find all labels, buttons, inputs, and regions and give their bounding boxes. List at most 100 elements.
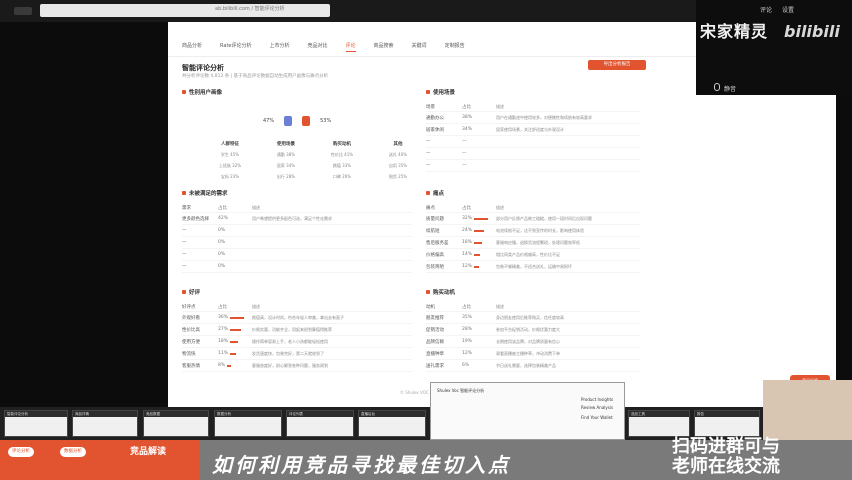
window-preview-popup[interactable]: Shulex Voc 智能评论分析 Product Insights Revie… (430, 382, 625, 440)
usage-heading-text: 使用场景 (433, 90, 456, 96)
row-name: — (182, 240, 187, 245)
banner-logo: 竞品解读 (130, 447, 167, 457)
taskbar-thumb[interactable]: 智能评论分析 (4, 410, 68, 437)
unmet-card: 未被满足的需求 需求 占比 描述 更多颜色选择 42% 用户希望提供更多配色可选，满… (182, 189, 412, 273)
table-row: 价格偏高 14% 相比同类产品价格偏高，性价比不足 (426, 249, 641, 261)
table-row: 促销活动 28% 参加平台促销活动，价格优惠力度大 (426, 324, 641, 336)
thumb-label: 竞品数据 (144, 411, 208, 417)
nav-item-market[interactable]: 上市分析 (269, 38, 289, 52)
column-header: 场景 (426, 104, 435, 110)
table-row: 朋友推荐 35% 身边朋友使用后推荐购买，信任度较高 (426, 312, 641, 324)
male-icon (284, 116, 293, 126)
like-heading-text: 好评 (189, 290, 201, 296)
taskbar-thumb[interactable]: 评论列表 (286, 410, 354, 437)
taskbar-thumb[interactable]: 选品工具 (628, 410, 690, 437)
export-report-button[interactable]: 导出分析报告 (588, 60, 646, 70)
row-name: 直播种草 (426, 351, 444, 357)
row-name: — (182, 228, 187, 233)
percent-bar (474, 253, 481, 256)
section-dot-icon (182, 90, 186, 94)
column-header: 占比 (218, 205, 227, 211)
table-header: 场景 占比 描述 (426, 102, 641, 112)
table-row: 外观好看 36% 颜值高，设计时尚，符合年轻人审美，拿出去有面子 (182, 312, 412, 324)
banner-cta-line2: 老师在线交流 (672, 456, 780, 477)
buy-heading: 购买动机 (426, 288, 641, 296)
column-header: 描述 (496, 103, 504, 109)
row-percent: 0% (218, 252, 226, 257)
banner-pill: 数据分析 (60, 447, 86, 457)
taskbar-thumb[interactable]: 数据分析 (214, 410, 282, 437)
row-name: 更多颜色选择 (182, 216, 209, 222)
row-percent: 32% (462, 216, 496, 221)
row-percent: 27% (218, 327, 252, 332)
row-description: 包装不够精美，不适合送礼，运输中易损坏 (496, 263, 572, 269)
banner-pill: 评论分析 (8, 447, 34, 457)
row-description: 客服态度好，耐心解答各种问题，服务周到 (252, 362, 328, 368)
male-percent: 47% (263, 118, 275, 124)
table-row: 送礼需求 6% 节日送礼需要，选择包装精美产品 (426, 360, 641, 372)
section-dot-icon (426, 290, 430, 294)
nav-item-rate[interactable]: Rate评论分析 (220, 38, 251, 52)
row-description: 电池续航不足，达不到宣传的时长，影响使用体验 (496, 227, 584, 233)
row-name: 售后服务差 (426, 240, 449, 246)
main-page: 商品分析 Rate评论分析 上市分析 竞品对比 评论 商品搜索 关键词 定制报告… (168, 22, 696, 407)
row-name: 价格偏高 (426, 252, 444, 258)
table-header: 需求 占比 描述 (182, 203, 412, 213)
table-row: 物流快 11% 发货速度快，包装完好，第二天就收到了 (182, 348, 412, 360)
table-header: 好评点 占比 描述 (182, 302, 412, 312)
nav-item-review[interactable]: 评论 (345, 38, 356, 52)
percent-bar (230, 316, 245, 319)
thumb-label: 选品工具 (629, 411, 689, 417)
percent-bar (227, 364, 232, 367)
address-bar[interactable] (40, 4, 330, 17)
stream-control-comment[interactable]: 评论 (760, 5, 772, 14)
nav-item-compare[interactable]: 竞品对比 (308, 38, 328, 52)
gender-heading-text: 性别用户画像 (189, 90, 223, 96)
nav-divider (168, 56, 696, 57)
table-row: 直播种草 12% 观看直播被主播种草，冲动消费下单 (426, 348, 641, 360)
buy-card: 购买动机 动机 占比 描述 朋友推荐 35% 身边朋友使用后推荐购买，信任度较高 促… (426, 288, 641, 372)
column-header: 描述 (252, 204, 260, 210)
usage-card: 使用场景 场景 占比 描述 通勤办公 38% 用户在通勤途中使用较多，对便携性和续航… (426, 88, 641, 172)
group-cell: 口碑 26% (332, 174, 352, 179)
taskbar-thumb[interactable]: 竞品数据 (143, 410, 209, 437)
group-cell: 学生 45% (220, 152, 240, 157)
gender-card: 性别用户画像 (182, 88, 412, 102)
row-percent: 24% (462, 228, 496, 233)
taskbar-thumb[interactable]: 报告 (694, 410, 760, 437)
banner-left-block (0, 440, 200, 480)
row-percent: — (462, 151, 467, 156)
group-header: 购买动机 (333, 142, 351, 147)
row-name: 质量问题 (426, 216, 444, 222)
row-percent: — (462, 139, 467, 144)
taskbar-thumb[interactable]: 直播后台 (358, 410, 426, 437)
like-card: 好评 好评点 占比 描述 外观好看 36% 颜值高，设计时尚，符合年轻人审美，拿出去… (182, 288, 412, 372)
page-subtitle: 共分析评论数 4,812 条 | 基于商品评论数据自动生成用户画像与痛点分析 (182, 74, 329, 79)
stream-panel (696, 0, 852, 95)
nav-item-report[interactable]: 定制报告 (445, 38, 465, 52)
taskbar-thumb[interactable]: 商品详情 (72, 410, 138, 437)
table-row: 通勤办公 38% 用户在通勤途中使用较多，对便携性和续航有较高要求 (426, 112, 641, 124)
row-description: 客服响应慢，退换货流程繁琐，处理问题效率低 (496, 239, 580, 245)
row-percent: 6% (462, 363, 470, 368)
nav-item-product[interactable]: 商品分析 (182, 38, 202, 52)
top-nav: 商品分析 Rate评论分析 上市分析 竞品对比 评论 商品搜索 关键词 定制报告 (182, 38, 465, 52)
buy-heading-text: 购买动机 (433, 290, 456, 296)
row-name: 居家休闲 (426, 127, 444, 133)
microphone-icon[interactable] (714, 83, 720, 91)
row-percent: 12% (462, 264, 496, 269)
row-percent: 18% (462, 240, 496, 245)
row-description: 节日送礼需要，选择包装精美产品 (496, 362, 556, 368)
table-row: — 0% (182, 249, 412, 261)
row-description: 部分用户反馈产品做工粗糙，使用一段时间后出现问题 (496, 215, 592, 221)
stream-control-settings[interactable]: 设置 (782, 5, 794, 14)
row-percent-text: 12% (462, 264, 473, 269)
table-row: 质量问题 32% 部分用户反馈产品做工粗糙，使用一段时间后出现问题 (426, 213, 641, 225)
banner-cta-line1: 扫码进群可与 (672, 436, 780, 457)
column-header: 描述 (496, 204, 504, 210)
row-description: 操作简单容易上手，老人小孩都能轻松使用 (252, 338, 328, 344)
browser-tab[interactable] (14, 7, 32, 15)
nav-item-search[interactable]: 商品搜索 (374, 38, 394, 52)
bilibili-logo: bilibili (784, 22, 840, 41)
nav-item-keywords[interactable]: 关键词 (412, 38, 427, 52)
